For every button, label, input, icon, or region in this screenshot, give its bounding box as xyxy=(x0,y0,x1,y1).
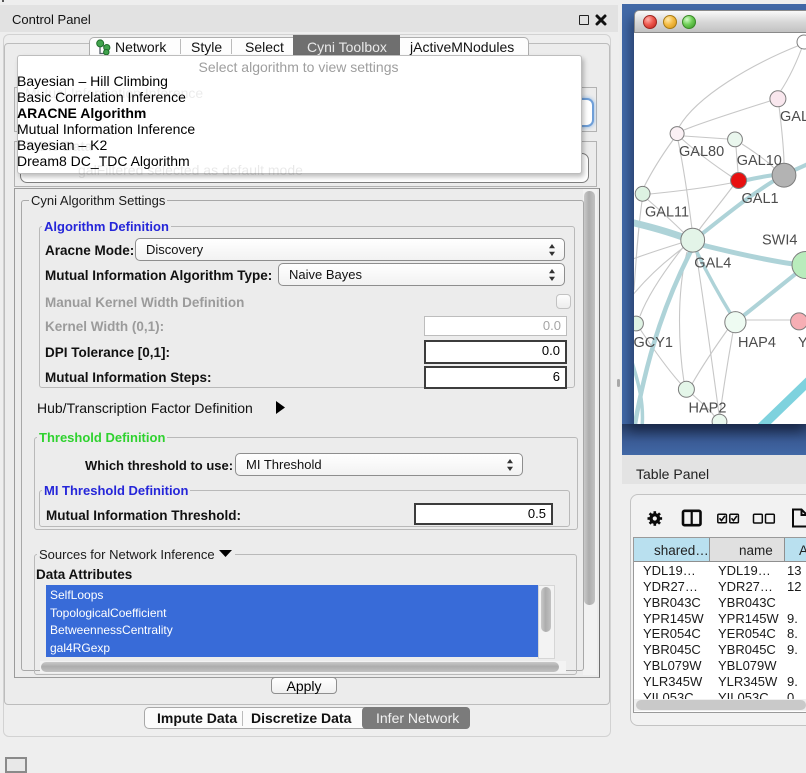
svg-text:GCY1: GCY1 xyxy=(634,335,673,351)
svg-text:GAL10: GAL10 xyxy=(737,153,782,169)
svg-text:GAL11: GAL11 xyxy=(645,204,689,220)
svg-text:HAP4: HAP4 xyxy=(738,335,776,351)
svg-text:GAL8: GAL8 xyxy=(780,109,806,125)
svg-text:GAL4: GAL4 xyxy=(694,255,731,271)
svg-text:GAL1: GAL1 xyxy=(742,191,779,207)
svg-text:GAL80: GAL80 xyxy=(679,144,724,160)
svg-text:Y: Y xyxy=(798,335,806,351)
svg-text:SWI4: SWI4 xyxy=(762,233,797,249)
svg-text:HAP2: HAP2 xyxy=(689,400,727,416)
